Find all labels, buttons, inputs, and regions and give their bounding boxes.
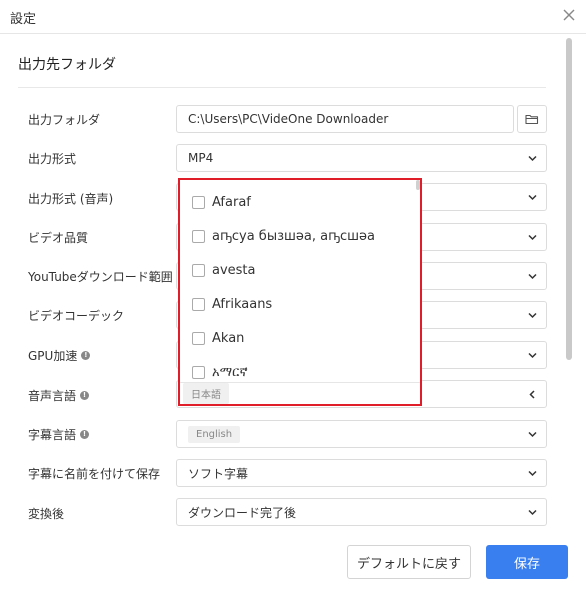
settings-scrollbar[interactable] [566, 38, 572, 360]
output-format-audio-label: 出力形式 (音声) [28, 192, 114, 206]
chevron-down-icon [528, 155, 537, 162]
audio-language-label: 音声言語 ! [28, 387, 90, 404]
dialog-title: 設定 [10, 12, 37, 27]
reset-defaults-button[interactable]: デフォルトに戻す [347, 545, 471, 579]
language-option[interactable]: Afrikaans [192, 297, 272, 312]
language-option-label: አማርኛ [212, 365, 248, 380]
chevron-down-icon [528, 273, 537, 280]
save-subtitle-value: ソフト字幕 [188, 466, 249, 481]
dropdown-scrollbar[interactable] [416, 180, 420, 190]
language-option[interactable]: Akan [192, 331, 244, 346]
title-bar: 設定 [0, 0, 586, 34]
checkbox[interactable] [192, 264, 205, 277]
selected-language-tag[interactable]: 日本語 [183, 383, 229, 404]
video-quality-label: ビデオ品質 [28, 231, 89, 245]
chevron-down-icon [528, 431, 537, 438]
language-option-label: Afrikaans [212, 297, 273, 312]
video-codec-label: ビデオコーデック [28, 309, 125, 323]
gpu-label: GPU加速 ! [28, 347, 91, 364]
checkbox[interactable] [192, 366, 205, 379]
chevron-down-icon [528, 352, 537, 359]
language-option[interactable]: avesta [192, 263, 256, 278]
checkbox[interactable] [192, 230, 205, 243]
gpu-label-text: GPU加速 [28, 349, 78, 363]
language-dropdown: Afaraf аҧсуа бызшәа, аҧсшәа avesta Afrik… [178, 178, 422, 406]
language-option[interactable]: አማርኛ [192, 365, 248, 380]
language-option-label: avesta [212, 263, 256, 278]
after-convert-label: 変換後 [28, 507, 65, 521]
section-divider [18, 87, 546, 88]
selected-language-bar: 日本語 [180, 382, 420, 404]
output-format-label: 出力形式 [28, 152, 77, 166]
checkbox[interactable] [192, 196, 205, 209]
save-button[interactable]: 保存 [486, 545, 568, 579]
language-option-label: Akan [212, 331, 245, 346]
after-convert-select[interactable]: ダウンロード完了後 [176, 498, 547, 526]
chevron-down-icon [528, 194, 537, 201]
after-convert-value: ダウンロード完了後 [188, 505, 297, 520]
subtitle-language-select[interactable]: English [176, 420, 547, 448]
close-icon[interactable] [560, 6, 578, 24]
language-option-label: Afaraf [212, 195, 251, 210]
settings-dialog: 設定 出力先フォルダ 出力フォルダ C:\Users\PC\VideOne Do… [0, 0, 586, 600]
output-format-value: MP4 [188, 151, 214, 165]
chevron-down-icon [528, 509, 537, 516]
output-format-select[interactable]: MP4 [176, 144, 547, 172]
output-folder-value: C:\Users\PC\VideOne Downloader [188, 112, 389, 126]
checkbox[interactable] [192, 298, 205, 311]
info-icon[interactable]: ! [81, 351, 91, 360]
chevron-left-icon [529, 390, 535, 399]
checkbox[interactable] [192, 332, 205, 345]
info-icon[interactable]: ! [80, 391, 90, 400]
save-subtitle-select[interactable]: ソフト字幕 [176, 459, 547, 487]
youtube-range-label: YouTubeダウンロード範囲 [28, 270, 173, 284]
chevron-down-icon [528, 470, 537, 477]
subtitle-language-label: 字幕言語 ! [28, 426, 90, 443]
output-folder-input[interactable]: C:\Users\PC\VideOne Downloader [176, 105, 514, 133]
chevron-down-icon [528, 312, 537, 319]
subtitle-language-label-text: 字幕言語 [28, 428, 77, 442]
folder-icon [525, 114, 539, 125]
info-icon[interactable]: ! [80, 430, 90, 439]
browse-folder-button[interactable] [517, 105, 547, 133]
section-title: 出力先フォルダ [18, 57, 116, 73]
language-option[interactable]: аҧсуа бызшәа, аҧсшәа [192, 229, 375, 244]
language-list[interactable]: Afaraf аҧсуа бызшәа, аҧсшәа avesta Afrik… [180, 180, 420, 382]
audio-language-label-text: 音声言語 [28, 389, 77, 403]
language-option[interactable]: Afaraf [192, 195, 251, 210]
save-subtitle-label: 字幕に名前を付けて保存 [28, 467, 161, 481]
output-folder-label: 出力フォルダ [28, 113, 101, 127]
subtitle-language-tag[interactable]: English [188, 425, 241, 443]
chevron-down-icon [528, 234, 537, 241]
language-option-label: аҧсуа бызшәа, аҧсшәа [212, 229, 376, 244]
